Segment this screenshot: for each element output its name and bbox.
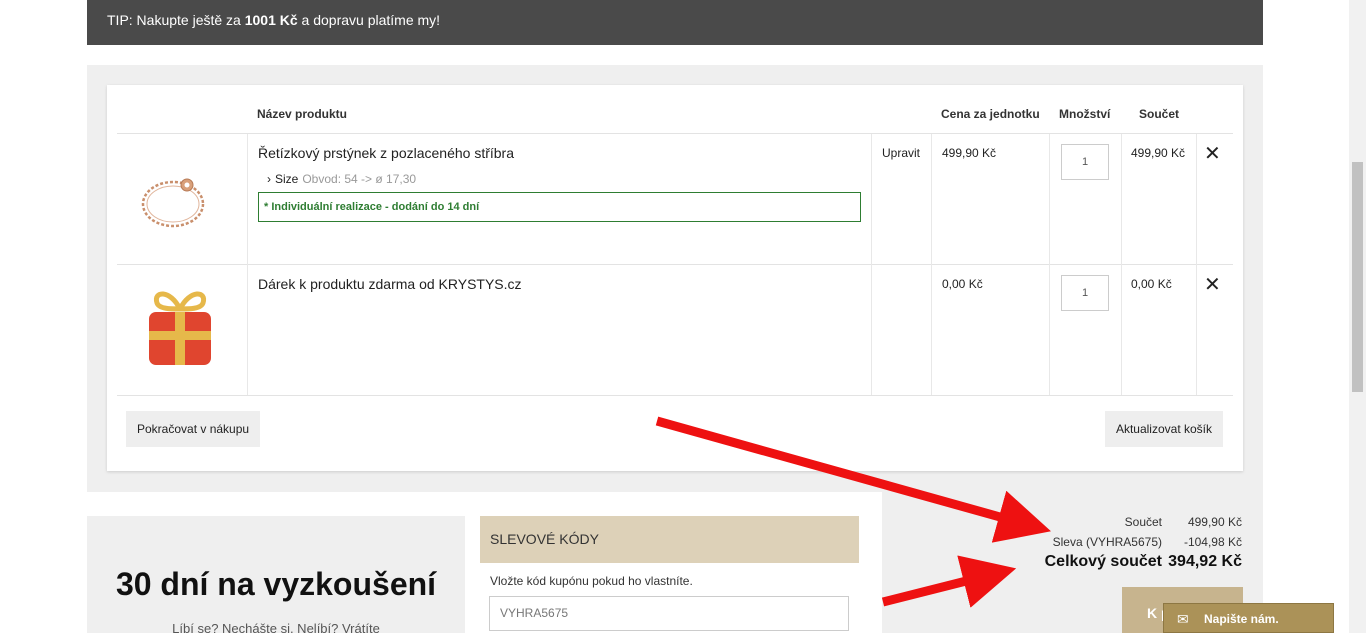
trial-promo: 30 dní na vyzkoušení Líbí se? Nechášte s… — [87, 516, 465, 633]
divider — [1049, 134, 1050, 395]
continue-shopping-button[interactable]: Pokračovat v nákupu — [126, 411, 261, 447]
divider — [931, 134, 932, 395]
tip-suffix: a dopravu platíme my! — [297, 12, 441, 28]
option-value: Obvod: 54 -> ø 17,30 — [302, 172, 417, 186]
subtotal-label: Součet — [1124, 515, 1162, 529]
chat-label: Napište nám. — [1204, 612, 1279, 626]
discount-value: -104,98 Kč — [1183, 535, 1242, 549]
header-product-name: Název produktu — [257, 107, 348, 121]
product-name[interactable]: Řetízkový prstýnek z pozlaceného stříbra — [258, 145, 514, 161]
grand-total-label: Celkový součet — [1044, 553, 1162, 570]
promo-title: 30 dní na vyzkoušení — [115, 566, 437, 602]
header-quantity: Množství — [1059, 107, 1111, 121]
divider — [871, 134, 872, 395]
unit-price: 499,90 Kč — [942, 146, 997, 160]
tip-prefix: TIP: Nakupte ještě za — [107, 12, 245, 28]
delivery-notice: * Individuální realizace - dodání do 14 … — [258, 192, 861, 222]
envelope-icon: ✉ — [1177, 611, 1189, 627]
cart-section: Název produktu Cena za jednotku Množství… — [87, 65, 1263, 492]
header-subtotal: Součet — [1139, 107, 1180, 121]
gift-product-image[interactable] — [145, 285, 215, 369]
unit-price: 0,00 Kč — [942, 277, 983, 291]
edit-link[interactable]: Upravit — [882, 146, 920, 160]
discount-codes-header[interactable]: SLEVOVÉ KÓDY — [480, 516, 859, 563]
cart-page: TIP: Nakupte ještě za 1001 Kč a dopravu … — [0, 0, 1366, 633]
scrollbar[interactable] — [1349, 0, 1366, 633]
coupon-label: Vložte kód kupónu pokud ho vlastníte. — [490, 574, 693, 588]
option-label: Size — [275, 172, 299, 186]
quantity-input[interactable]: 1 — [1061, 144, 1109, 180]
divider — [117, 133, 1233, 134]
ring-product-image[interactable] — [135, 159, 211, 241]
chevron-right-icon: › — [267, 172, 271, 186]
remove-icon[interactable]: ✕ — [1204, 275, 1221, 295]
header-unit-price: Cena za jednotku — [941, 107, 1040, 121]
discount-label: Sleva (VYHRA5675) — [1052, 535, 1162, 549]
grand-total-value: 394,92 Kč — [1168, 553, 1242, 570]
row-subtotal: 0,00 Kč — [1131, 277, 1172, 291]
update-cart-button[interactable]: Aktualizovat košík — [1104, 411, 1223, 447]
scrollbar-thumb[interactable] — [1352, 162, 1363, 392]
product-name[interactable]: Dárek k produktu zdarma od KRYSTYS.cz — [258, 276, 522, 292]
divider — [1121, 134, 1122, 395]
divider — [1196, 134, 1197, 395]
coupon-input[interactable]: VYHRA5675 — [489, 596, 849, 631]
cart-table: Název produktu Cena za jednotku Množství… — [107, 85, 1243, 471]
quantity-input[interactable]: 1 — [1061, 275, 1109, 311]
divider — [117, 395, 1233, 396]
chat-widget[interactable]: ✉ Napište nám. — [1163, 603, 1334, 633]
product-option: › Size Obvod: 54 -> ø 17,30 — [267, 172, 416, 186]
free-shipping-tip: TIP: Nakupte ještě za 1001 Kč a dopravu … — [87, 0, 1263, 45]
row-subtotal: 499,90 Kč — [1131, 146, 1186, 160]
subtotal-value: 499,90 Kč — [1187, 515, 1242, 529]
tip-amount: 1001 Kč — [244, 12, 298, 28]
divider — [117, 264, 1233, 265]
divider — [247, 134, 248, 395]
remove-icon[interactable]: ✕ — [1204, 144, 1221, 164]
promo-subtitle: Líbí se? Nechášte si. Nelíbí? Vrátíte — [172, 621, 380, 633]
